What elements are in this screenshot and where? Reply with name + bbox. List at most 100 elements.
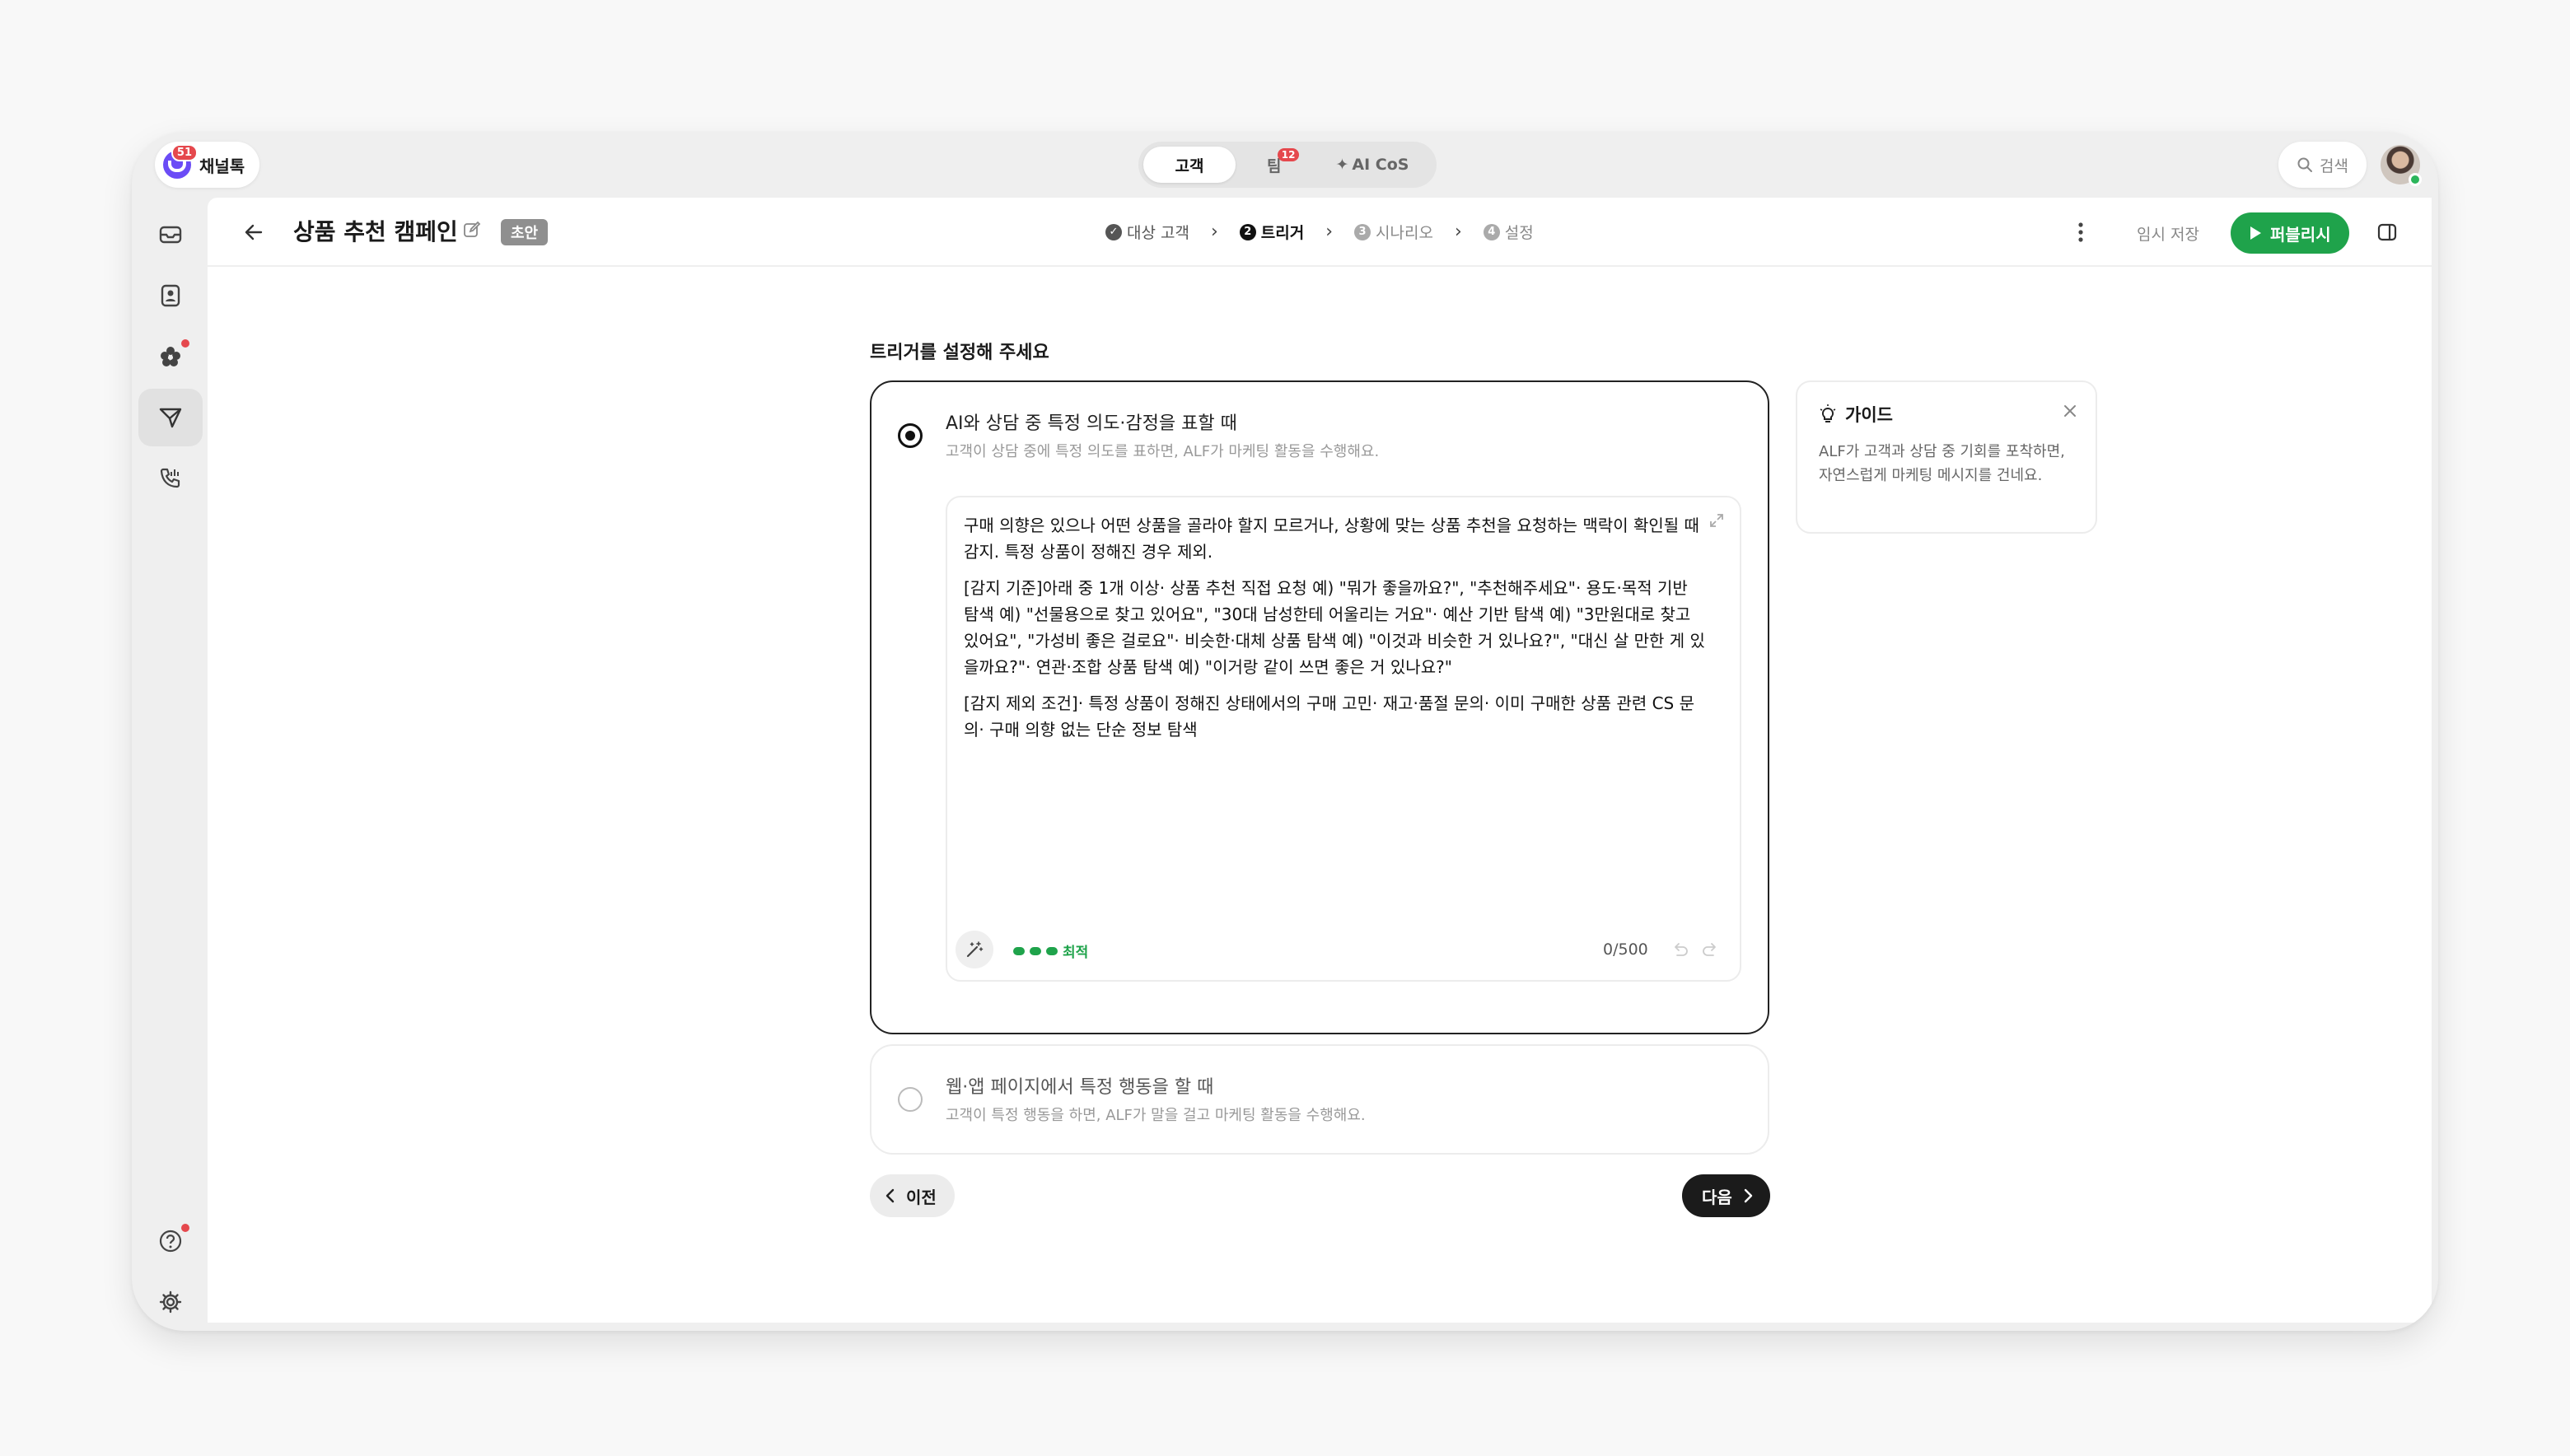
quality-bar — [1046, 946, 1058, 955]
trigger-option-ai-intent[interactable]: AI와 상담 중 특정 의도·감정을 표할 때 고객이 상담 중에 특정 의도를… — [870, 380, 1769, 1034]
channeltalk-logo-icon: 51 — [163, 144, 198, 179]
gear-icon — [159, 1290, 182, 1314]
step-settings[interactable]: 4 설정 — [1483, 221, 1534, 243]
redo-button[interactable] — [1702, 940, 1720, 962]
expand-icon — [1710, 514, 1723, 527]
notification-badge: 51 — [171, 144, 198, 161]
quality-bar — [1013, 946, 1025, 955]
tab-team[interactable]: 팀 12 — [1244, 147, 1304, 183]
side-panel-icon — [2377, 223, 2397, 241]
step-label: 대상 고객 — [1127, 224, 1189, 242]
nav-campaign[interactable] — [138, 389, 203, 446]
edit-title-button[interactable] — [463, 221, 481, 242]
redo-icon — [1703, 943, 1716, 956]
editor-footer: 최적 0/500 — [956, 929, 1733, 970]
sparkle-icon: ✦ — [1335, 156, 1349, 174]
chevron-right-icon — [1744, 1188, 1753, 1203]
step-label: 시나리오 — [1376, 224, 1433, 242]
ai-improve-button[interactable] — [956, 931, 993, 968]
close-icon — [2064, 405, 2076, 417]
char-counter: 0/500 — [1603, 940, 1648, 959]
tab-customer[interactable]: 고객 — [1143, 147, 1236, 183]
step-number: 4 — [1483, 223, 1500, 240]
status-badge: 초안 — [501, 219, 549, 245]
quality-indicator: 최적 — [1013, 940, 1088, 961]
guide-body: ALF가 고객과 상담 중 기회를 포착하면, 자연스럽게 마케팅 메시지를 건… — [1819, 443, 2065, 484]
contact-card-icon — [161, 284, 180, 307]
step-label: 트리거 — [1260, 224, 1305, 242]
online-status-icon — [2409, 173, 2422, 186]
trigger-option-web-action[interactable]: 웹·앱 페이지에서 특정 행동을 할 때 고객이 특정 행동을 하면, ALF가… — [870, 1044, 1769, 1155]
quality-bar — [1030, 946, 1041, 955]
next-button[interactable]: 다음 — [1682, 1174, 1770, 1217]
inbox-icon — [159, 226, 182, 244]
tab-ai-cos[interactable]: ✦ AI CoS — [1312, 147, 1432, 183]
magic-wand-icon — [966, 941, 984, 958]
section-title: 트리거를 설정해 주세요 — [870, 343, 1049, 363]
option-title: 웹·앱 페이지에서 특정 행동을 할 때 — [946, 1077, 1214, 1098]
nav-settings[interactable] — [138, 1273, 203, 1331]
expand-button[interactable] — [1708, 512, 1725, 532]
nav-contacts[interactable] — [138, 267, 203, 324]
app-window: 51 채널톡 고객 팀 12 ✦ AI CoS 검색 상품 추천 캠페인 초안 … — [132, 132, 2438, 1331]
prev-button[interactable]: 이전 — [870, 1174, 955, 1217]
flower-icon — [161, 347, 180, 366]
tab-label: 고객 — [1175, 156, 1204, 175]
side-nav — [132, 198, 206, 1331]
undo-button[interactable] — [1670, 940, 1689, 962]
play-icon — [2250, 226, 2261, 240]
publish-label: 퍼블리시 — [2270, 224, 2331, 245]
intent-prompt-editor[interactable]: 구매 의향은 있으나 어떤 상품을 골라야 할지 모르거나, 상황에 맞는 상품… — [946, 496, 1741, 982]
publish-button[interactable]: 퍼블리시 — [2231, 212, 2349, 254]
lightbulb-icon — [1820, 404, 1836, 422]
team-badge: 12 — [1277, 148, 1300, 161]
tab-label: AI CoS — [1352, 156, 1409, 174]
step-scenario[interactable]: 3 시나리오 — [1354, 221, 1433, 243]
radio-unselected[interactable] — [898, 1087, 923, 1112]
prompt-paragraph: [감지 기준]아래 중 1개 이상· 상품 추천 직접 요청 예) "뭐가 좋을… — [964, 578, 1705, 677]
alert-dot — [181, 1224, 189, 1232]
guide-header: 가이드 — [1819, 402, 1893, 427]
close-guide-button[interactable] — [2063, 404, 2077, 422]
back-button[interactable] — [237, 216, 270, 249]
option-description: 고객이 상담 중에 특정 의도를 표하면, ALF가 마케팅 활동을 수행해요. — [946, 443, 1380, 460]
page-title: 상품 추천 캠페인 — [293, 218, 458, 245]
step-trigger[interactable]: 2 트리거 — [1239, 221, 1305, 243]
save-draft-button[interactable]: 임시 저장 — [2120, 214, 2216, 252]
chevron-left-icon — [885, 1188, 895, 1203]
toggle-side-panel-button[interactable] — [2371, 216, 2404, 249]
top-tab-bar: 고객 팀 12 ✦ AI CoS — [1138, 142, 1437, 188]
nav-inbox[interactable] — [138, 206, 203, 264]
search-button[interactable]: 검색 — [2278, 142, 2367, 188]
undo-icon — [1675, 943, 1688, 956]
check-icon: ✓ — [1105, 223, 1122, 240]
more-options-button[interactable] — [2064, 216, 2097, 249]
nav-marketing[interactable] — [138, 328, 203, 385]
step-number: 2 — [1239, 223, 1256, 240]
guide-panel: 가이드 ALF가 고객과 상담 중 기회를 포착하면, 자연스럽게 마케팅 메시… — [1796, 380, 2097, 534]
workspace-switcher[interactable]: 51 채널톡 — [155, 142, 260, 188]
help-icon — [159, 1230, 182, 1253]
prev-label: 이전 — [906, 1187, 937, 1207]
phone-icon — [160, 468, 180, 488]
more-vertical-icon — [2078, 222, 2083, 242]
arrow-left-icon — [245, 224, 263, 240]
chevron-right-icon: › — [1325, 222, 1334, 242]
step-label: 설정 — [1504, 224, 1534, 242]
nav-calls[interactable] — [138, 450, 203, 507]
prompt-paragraph: 구매 의향은 있으나 어떤 상품을 골라야 할지 모르거나, 상황에 맞는 상품… — [964, 516, 1699, 562]
option-description: 고객이 특정 행동을 하면, ALF가 말을 걸고 마케팅 활동을 수행해요. — [946, 1107, 1366, 1124]
nav-help[interactable] — [138, 1212, 203, 1270]
user-avatar[interactable] — [2381, 145, 2422, 186]
next-label: 다음 — [1702, 1187, 1732, 1207]
workspace-name: 채널톡 — [199, 156, 245, 176]
send-icon — [159, 408, 182, 428]
chevron-right-icon: › — [1454, 222, 1462, 242]
step-target-customers[interactable]: ✓ 대상 고객 — [1105, 221, 1189, 243]
prompt-text[interactable]: 구매 의향은 있으나 어떤 상품을 골라야 할지 모르거나, 상황에 맞는 상품… — [964, 512, 1705, 753]
pencil-icon — [464, 221, 481, 237]
guide-title: 가이드 — [1845, 405, 1893, 425]
radio-selected[interactable] — [898, 423, 923, 448]
main-content: 상품 추천 캠페인 초안 ✓ 대상 고객 › 2 트리거 › 3 시나리오 › 4 설정… — [208, 198, 2432, 1323]
alert-dot — [181, 339, 189, 348]
